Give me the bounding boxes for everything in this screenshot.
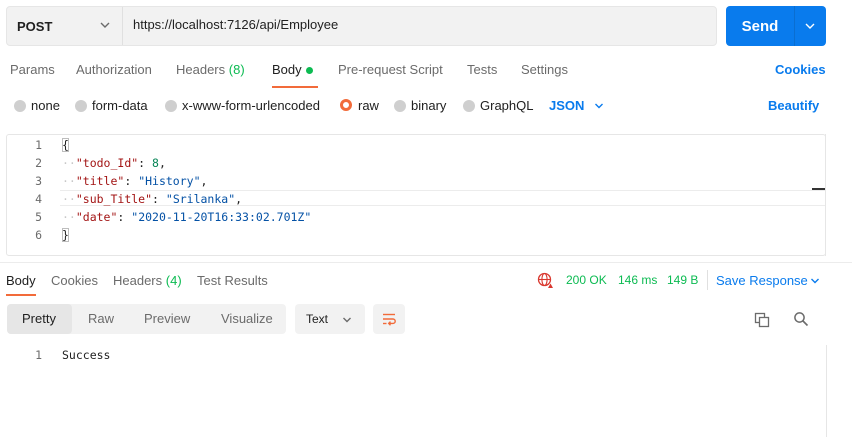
json-value: 8 <box>152 156 159 170</box>
radio-graphql[interactable] <box>463 100 475 112</box>
chevron-down-icon[interactable] <box>342 315 352 325</box>
radio-form-data[interactable] <box>75 100 87 112</box>
radio-binary-label[interactable]: binary <box>411 98 446 113</box>
divider <box>707 270 708 290</box>
method-label: POST <box>17 18 53 34</box>
view-mode-raw[interactable]: Raw <box>88 311 114 326</box>
code-line: ··"date": "2020-11-20T16:33:02.701Z" <box>62 210 312 224</box>
divider <box>794 6 795 46</box>
line-number: 2 <box>35 156 42 170</box>
globe-warning-icon[interactable] <box>537 272 554 289</box>
response-tab-test-results[interactable]: Test Results <box>197 273 268 288</box>
scrollbar-marker <box>812 188 825 190</box>
json-key: "title" <box>75 174 125 188</box>
json-key: "sub_Title" <box>75 192 153 206</box>
response-time[interactable]: 146 ms <box>618 273 657 287</box>
json-value: "2020-11-20T16:33:02.701Z" <box>131 210 312 224</box>
tab-body[interactable]: Body <box>272 62 302 77</box>
view-mode-preview[interactable]: Preview <box>144 311 190 326</box>
radio-none[interactable] <box>14 100 26 112</box>
save-response-button[interactable]: Save Response <box>716 273 808 288</box>
radio-urlencoded-label[interactable]: x-www-form-urlencoded <box>182 98 320 113</box>
send-label[interactable]: Send <box>726 6 794 46</box>
json-value: "Srilanka" <box>165 192 236 206</box>
tab-settings[interactable]: Settings <box>521 62 568 77</box>
line-number: 5 <box>35 210 42 224</box>
chevron-down-icon <box>100 22 110 28</box>
cookies-link[interactable]: Cookies <box>775 62 826 77</box>
editor-scrollbar[interactable] <box>825 134 826 256</box>
response-tab-body[interactable]: Body <box>6 273 36 288</box>
chevron-down-icon[interactable] <box>810 276 820 286</box>
line-number: 3 <box>35 174 42 188</box>
code-line: { <box>62 138 69 152</box>
response-tab-cookies[interactable]: Cookies <box>51 273 98 288</box>
response-tab-headers[interactable]: Headers (4) <box>113 273 182 288</box>
search-icon[interactable] <box>793 311 809 327</box>
tab-authorization[interactable]: Authorization <box>76 62 152 77</box>
line-number: 6 <box>35 228 42 242</box>
status-code[interactable]: 200 OK <box>566 273 607 287</box>
json-key: "todo_Id" <box>75 156 139 170</box>
response-line-number: 1 <box>35 348 42 362</box>
chevron-down-icon[interactable] <box>594 101 604 111</box>
radio-urlencoded[interactable] <box>165 100 177 112</box>
code-line: ··"title": "History", <box>62 174 208 188</box>
response-format-label[interactable]: Text <box>306 312 328 326</box>
tab-params[interactable]: Params <box>10 62 55 77</box>
beautify-link[interactable]: Beautify <box>768 98 819 113</box>
response-scrollbar[interactable] <box>826 345 827 437</box>
response-body-text: Success <box>62 348 111 362</box>
headers-count: (8) <box>228 62 245 77</box>
code-line: ··"sub_Title": "Srilanka", <box>62 192 243 206</box>
body-indicator-dot <box>306 67 313 74</box>
radio-graphql-label[interactable]: GraphQL <box>480 98 533 113</box>
copy-icon[interactable] <box>754 312 770 328</box>
view-mode-visualize[interactable]: Visualize <box>221 311 273 326</box>
response-size[interactable]: 149 B <box>667 273 698 287</box>
code-line: ··"todo_Id": 8, <box>62 156 166 170</box>
response-tab-headers-label: Headers <box>113 273 163 288</box>
radio-none-label[interactable]: none <box>31 98 60 113</box>
radio-raw[interactable] <box>340 99 352 111</box>
view-mode-pretty[interactable]: Pretty <box>22 311 56 326</box>
json-value: "History" <box>138 174 201 188</box>
line-number: 4 <box>35 192 42 206</box>
radio-form-data-label[interactable]: form-data <box>92 98 148 113</box>
tab-headers-label: Headers <box>176 62 226 77</box>
active-tab-indicator <box>6 294 36 296</box>
radio-binary[interactable] <box>394 100 406 112</box>
json-key: "date" <box>75 210 118 224</box>
tab-headers[interactable]: Headers (8) <box>176 62 245 77</box>
radio-raw-label[interactable]: raw <box>358 98 379 113</box>
code-line: } <box>62 228 69 242</box>
pane-divider[interactable] <box>0 262 852 263</box>
tab-tests[interactable]: Tests <box>467 62 497 77</box>
active-tab-indicator <box>272 86 318 88</box>
response-headers-count: (4) <box>165 273 182 288</box>
divider <box>122 7 123 45</box>
tab-prerequest-script[interactable]: Pre-request Script <box>338 62 443 77</box>
chevron-down-icon[interactable] <box>804 20 816 32</box>
url-input[interactable]: https://localhost:7126/api/Employee <box>133 17 338 32</box>
wrap-lines-icon[interactable] <box>381 311 397 327</box>
format-select[interactable]: JSON <box>549 98 584 113</box>
line-number: 1 <box>35 138 42 152</box>
